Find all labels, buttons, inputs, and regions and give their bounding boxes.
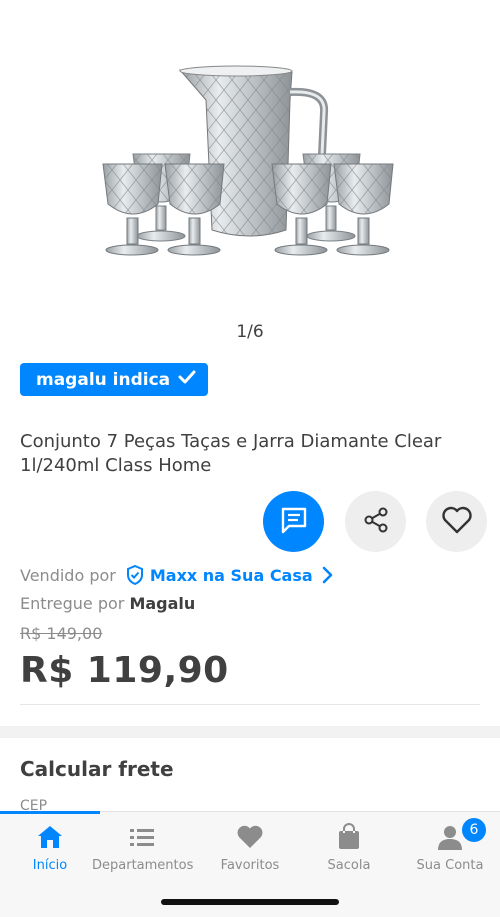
nav-label: Sacola xyxy=(327,858,371,873)
chat-icon xyxy=(279,505,309,539)
account-notification-badge: 6 xyxy=(462,818,486,842)
check-icon xyxy=(178,369,196,390)
badge-label: magalu indica xyxy=(36,369,171,390)
chevron-right-icon xyxy=(321,566,333,584)
chat-button[interactable] xyxy=(263,491,324,552)
nav-item-favoritos[interactable]: Favoritos xyxy=(200,822,300,873)
section-separator xyxy=(0,726,500,738)
nav-label: Sua Conta xyxy=(416,858,484,873)
sold-by-row[interactable]: Vendido por Maxx na Sua Casa xyxy=(20,565,333,585)
seller-name-link[interactable]: Maxx na Sua Casa xyxy=(150,566,313,585)
product-image[interactable] xyxy=(0,0,500,320)
list-icon xyxy=(92,822,192,852)
home-indicator-bar xyxy=(161,899,339,905)
active-tab-indicator xyxy=(0,811,100,814)
delivered-by-label: Entregue por xyxy=(20,594,125,613)
glass-set-illustration xyxy=(102,65,394,256)
nav-label: Favoritos xyxy=(220,858,280,873)
bag-icon xyxy=(299,822,399,852)
delivered-by-row: Entregue por Magalu xyxy=(20,594,195,613)
divider xyxy=(20,704,480,705)
share-icon xyxy=(361,505,391,539)
share-button[interactable] xyxy=(345,491,406,552)
sold-by-label: Vendido por xyxy=(20,565,116,585)
current-price: R$ 119,90 xyxy=(20,650,229,691)
heart-icon xyxy=(441,505,473,539)
magalu-indica-badge: magalu indica xyxy=(20,363,208,396)
nav-label: Início xyxy=(32,858,68,873)
favorite-button[interactable] xyxy=(426,491,487,552)
nav-item-sacola[interactable]: Sacola xyxy=(299,822,399,873)
delivered-by-name: Magalu xyxy=(129,594,196,613)
nav-item-inicio[interactable]: Início xyxy=(0,822,100,873)
old-price: R$ 149,00 xyxy=(20,624,103,643)
heart-icon xyxy=(200,822,300,852)
freight-section-title: Calcular frete xyxy=(20,757,174,781)
verified-shield-icon xyxy=(126,565,144,585)
image-pager: 1/6 xyxy=(236,322,264,342)
nav-label: Departamentos xyxy=(92,858,194,873)
nav-item-departamentos[interactable]: Departamentos xyxy=(92,822,194,873)
home-icon xyxy=(0,822,100,852)
product-title: Conjunto 7 Peças Taças e Jarra Diamante … xyxy=(20,431,442,476)
